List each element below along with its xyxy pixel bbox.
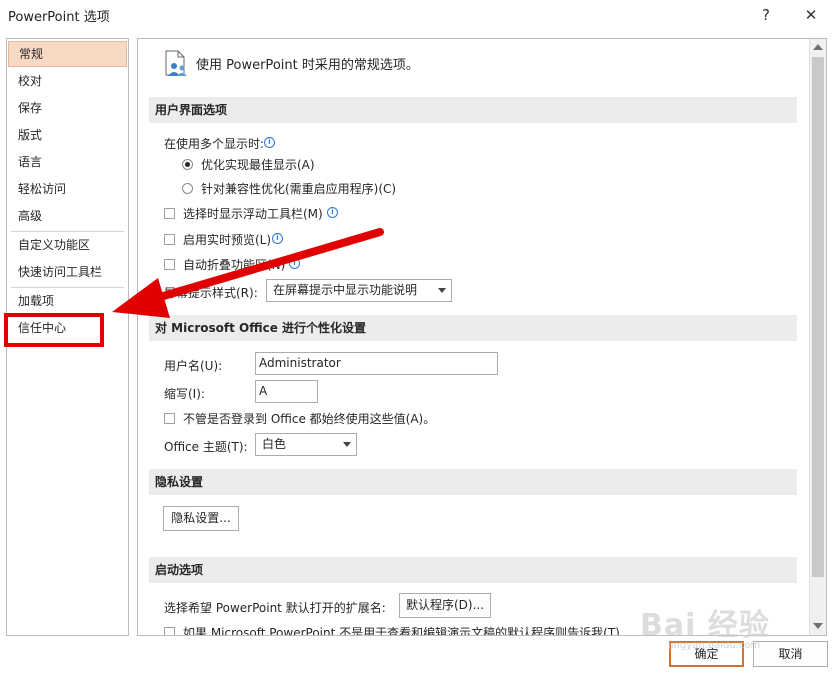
checkbox-collapse-ribbon[interactable] [164, 259, 175, 270]
info-icon[interactable]: i [272, 233, 283, 244]
section-header-startup: 启动选项 [149, 557, 797, 583]
sidebar-item-layout[interactable]: 版式 [8, 122, 127, 148]
checkbox-tell-me-default-label[interactable]: 如果 Microsoft PowerPoint 不是用于查看和编辑演示文稿的默认… [183, 624, 620, 635]
window-title: PowerPoint 选项 [8, 10, 110, 25]
checkbox-always-use-values-label[interactable]: 不管是否登录到 Office 都始终使用这些值(A)。 [183, 410, 435, 427]
screentip-style-value: 在屏幕提示中显示功能说明 [273, 283, 418, 297]
screentip-style-label: 屏幕提示样式(R): [164, 286, 258, 300]
checkbox-tell-me-default[interactable] [164, 627, 175, 635]
initials-input[interactable]: A [255, 380, 318, 403]
default-programs-button[interactable]: 默认程序(D)... [399, 593, 491, 618]
scroll-down-icon[interactable] [813, 623, 823, 629]
screentip-style-select[interactable]: 在屏幕提示中显示功能说明 [266, 279, 452, 302]
checkbox-live-preview[interactable] [164, 234, 175, 245]
info-icon[interactable]: i [264, 137, 275, 148]
intro-text: 使用 PowerPoint 时采用的常规选项。 [196, 58, 419, 73]
multi-display-label: 在使用多个显示时: [164, 137, 265, 151]
sidebar-item-accessibility[interactable]: 轻松访问 [8, 176, 127, 202]
section-header-personalize: 对 Microsoft Office 进行个性化设置 [149, 315, 797, 341]
sidebar-item-general[interactable]: 常规 [8, 41, 127, 67]
watermark-url: jingyan.baidu.com [668, 640, 761, 651]
sidebar-item-language[interactable]: 语言 [8, 149, 127, 175]
radio-optimize-best-label[interactable]: 优化实现最佳显示(A) [201, 156, 315, 173]
office-theme-select[interactable]: 白色 [255, 433, 357, 456]
checkbox-mini-toolbar-label[interactable]: 选择时显示浮动工具栏(M) [183, 205, 323, 222]
info-icon[interactable]: i [327, 207, 338, 218]
checkbox-live-preview-label[interactable]: 启用实时预览(L) [183, 231, 271, 248]
options-panel: 使用 PowerPoint 时采用的常规选项。 用户界面选项 在使用多个显示时:… [137, 38, 827, 636]
section-header-ui-options: 用户界面选项 [149, 97, 797, 123]
close-button[interactable]: ✕ [791, 0, 831, 30]
office-theme-value: 白色 [262, 437, 287, 451]
username-input[interactable]: Administrator [255, 352, 498, 375]
checkbox-always-use-values[interactable] [164, 413, 175, 424]
sidebar-item-add-ins[interactable]: 加载项 [8, 288, 127, 314]
annotation-highlight-box [4, 313, 104, 347]
sidebar-item-advanced[interactable]: 高级 [8, 203, 127, 229]
scroll-up-icon[interactable] [813, 44, 823, 50]
radio-optimize-compat[interactable] [182, 183, 193, 194]
info-icon[interactable]: i [289, 258, 300, 269]
help-button[interactable]: ? [746, 0, 786, 30]
sidebar-item-save[interactable]: 保存 [8, 95, 127, 121]
checkbox-mini-toolbar[interactable] [164, 208, 175, 219]
radio-optimize-best[interactable] [182, 159, 193, 170]
radio-optimize-compat-label[interactable]: 针对兼容性优化(需重启应用程序)(C) [201, 180, 396, 197]
initials-label: 缩写(I): [164, 387, 205, 401]
chevron-down-icon [438, 288, 446, 293]
help-icon: ? [762, 6, 770, 24]
general-options-icon [162, 49, 190, 77]
watermark-logo: Bai 经验 [640, 608, 770, 643]
section-header-privacy: 隐私设置 [149, 469, 797, 495]
sidebar-item-customize-ribbon[interactable]: 自定义功能区 [8, 232, 127, 258]
default-extension-label: 选择希望 PowerPoint 默认打开的扩展名: [164, 601, 386, 615]
sidebar-item-quick-access-toolbar[interactable]: 快速访问工具栏 [8, 259, 127, 285]
privacy-settings-button[interactable]: 隐私设置... [163, 506, 239, 531]
cancel-button[interactable]: 取消 [753, 641, 828, 667]
chevron-down-icon [343, 442, 351, 447]
scroll-thumb[interactable] [812, 57, 824, 577]
checkbox-collapse-ribbon-label[interactable]: 自动折叠功能区(N) [183, 256, 285, 273]
office-theme-label: Office 主题(T): [164, 440, 248, 454]
sidebar-item-proofing[interactable]: 校对 [8, 68, 127, 94]
username-label: 用户名(U): [164, 359, 223, 373]
vertical-scrollbar[interactable] [809, 39, 826, 635]
close-icon: ✕ [804, 6, 818, 24]
